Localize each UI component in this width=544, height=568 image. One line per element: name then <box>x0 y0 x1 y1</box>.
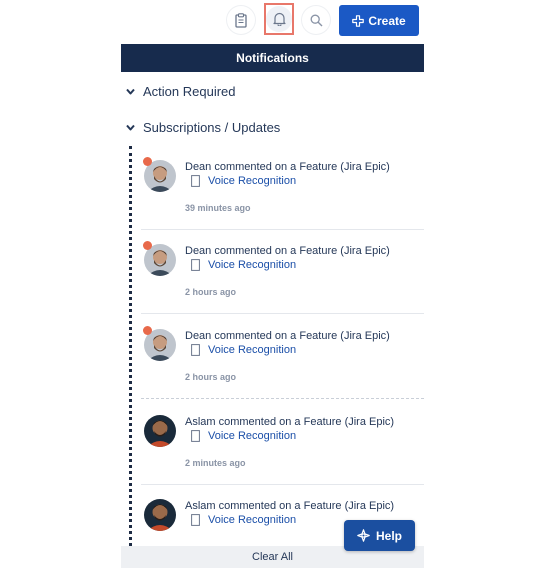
avatar-aslam <box>144 499 176 531</box>
avatar-aslam <box>144 415 176 447</box>
notification-link[interactable]: Voice Recognition <box>208 175 296 187</box>
notification-link-row: Voice Recognition <box>191 514 296 526</box>
notifications-bell-button[interactable] <box>264 3 294 35</box>
plus-icon <box>352 14 365 27</box>
notification-title: Dean commented on a Feature (Jira Epic) <box>185 245 390 257</box>
section-action-required[interactable]: Action Required <box>126 81 236 101</box>
notification-title: Aslam commented on a Feature (Jira Epic) <box>185 416 395 428</box>
help-button-label: Help <box>375 528 402 543</box>
notification-title: Dean commented on a Feature (Jira Epic) <box>185 330 390 342</box>
section-label: Action Required <box>143 83 236 99</box>
notification-link[interactable]: Voice Recognition <box>208 514 296 526</box>
notification-item[interactable]: Aslam commented on a Feature (Jira Epic)… <box>141 402 424 485</box>
chevron-down-icon <box>126 124 135 130</box>
notification-link[interactable]: Voice Recognition <box>208 259 296 271</box>
lifebuoy-icon <box>357 529 370 542</box>
document-icon <box>191 259 200 271</box>
notification-item[interactable]: Dean commented on a Feature (Jira Epic) … <box>141 147 424 230</box>
toolbar: Create <box>121 0 424 44</box>
section-subscriptions[interactable]: Subscriptions / Updates <box>126 117 280 137</box>
notification-link-row: Voice Recognition <box>191 259 296 271</box>
timeline-line <box>129 146 132 568</box>
notification-item[interactable]: Dean commented on a Feature (Jira Epic) … <box>141 316 424 399</box>
create-button[interactable]: Create <box>339 5 419 36</box>
search-icon <box>310 14 322 26</box>
document-icon <box>191 344 200 356</box>
notification-link-row: Voice Recognition <box>191 344 296 356</box>
document-icon <box>191 430 200 442</box>
notification-title: Aslam commented on a Feature (Jira Epic) <box>185 500 395 512</box>
search-button[interactable] <box>302 6 330 34</box>
section-label: Subscriptions / Updates <box>143 119 281 135</box>
notification-title: Dean commented on a Feature (Jira Epic) <box>185 161 390 173</box>
notification-time: 2 hours ago <box>185 372 237 382</box>
notification-time: 2 hours ago <box>185 287 237 297</box>
unread-indicator <box>143 326 152 335</box>
bell-button-bg <box>266 6 292 32</box>
notification-time: 2 minutes ago <box>185 458 246 468</box>
app-stage: Create Notifications Action Required Sub… <box>0 0 544 568</box>
avatar <box>144 415 176 447</box>
document-icon <box>191 514 200 526</box>
bell-icon <box>272 12 286 26</box>
panel-title: Notifications <box>121 44 424 72</box>
clipboard-button[interactable] <box>227 6 255 34</box>
unread-indicator <box>143 241 152 250</box>
notification-link[interactable]: Voice Recognition <box>208 430 296 442</box>
create-button-label: Create <box>368 13 406 28</box>
unread-indicator <box>143 157 152 166</box>
chevron-down-icon <box>126 88 135 94</box>
notification-link-row: Voice Recognition <box>191 175 296 187</box>
notifications-panel: Create Notifications Action Required Sub… <box>121 0 424 568</box>
notification-item[interactable]: Dean commented on a Feature (Jira Epic) … <box>141 231 424 314</box>
document-icon <box>191 175 200 187</box>
notification-link[interactable]: Voice Recognition <box>208 344 296 356</box>
notification-time: 39 minutes ago <box>185 203 251 213</box>
notification-link-row: Voice Recognition <box>191 430 296 442</box>
help-button[interactable]: Help <box>344 520 415 551</box>
clipboard-icon <box>235 12 247 28</box>
avatar <box>144 499 176 531</box>
